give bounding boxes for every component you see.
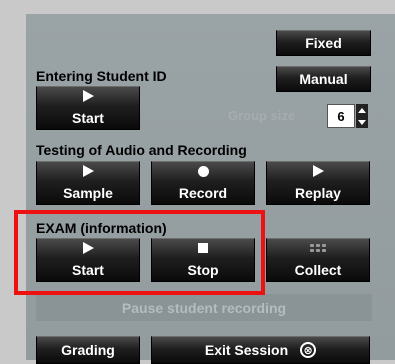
sample-label: Sample (63, 185, 113, 201)
group-size-stepper[interactable] (356, 104, 368, 128)
group-size-value[interactable]: 6 (327, 104, 355, 128)
exam-highlight-box (14, 210, 265, 295)
stepper-up-icon[interactable] (358, 107, 366, 113)
group-size-label: Group size (228, 108, 296, 123)
stepper-down-icon[interactable] (358, 119, 366, 125)
exam-collect-label: Collect (294, 262, 342, 278)
fixed-button-label: Fixed (305, 35, 342, 51)
record-icon (197, 165, 209, 177)
student-id-start-button[interactable]: Start (36, 86, 140, 130)
student-id-start-label: Start (72, 110, 104, 126)
testing-section-title: Testing of Audio and Recording (36, 142, 247, 158)
manual-button-label: Manual (299, 71, 348, 87)
sample-button[interactable]: Sample (36, 161, 140, 205)
control-panel: Fixed Entering Student ID Manual Start G… (26, 14, 395, 364)
record-label: Record (178, 185, 228, 201)
close-icon: ⊗ (300, 342, 317, 358)
exit-session-label: Exit Session (204, 342, 289, 358)
exam-collect-button[interactable]: Collect (266, 238, 370, 282)
pause-student-recording-button[interactable]: Pause student recording (36, 294, 372, 321)
manual-button[interactable]: Manual (276, 66, 371, 92)
replay-button[interactable]: Replay (266, 161, 370, 205)
play-icon (82, 165, 94, 177)
pause-student-recording-label: Pause student recording (121, 299, 287, 316)
collect-icon (310, 244, 326, 252)
grading-label: Grading (61, 342, 115, 358)
play-icon (82, 90, 94, 102)
play-icon (312, 165, 324, 177)
record-button[interactable]: Record (151, 161, 255, 205)
replay-label: Replay (295, 185, 341, 201)
student-id-section-title: Entering Student ID (36, 68, 167, 84)
fixed-button[interactable]: Fixed (276, 30, 371, 56)
